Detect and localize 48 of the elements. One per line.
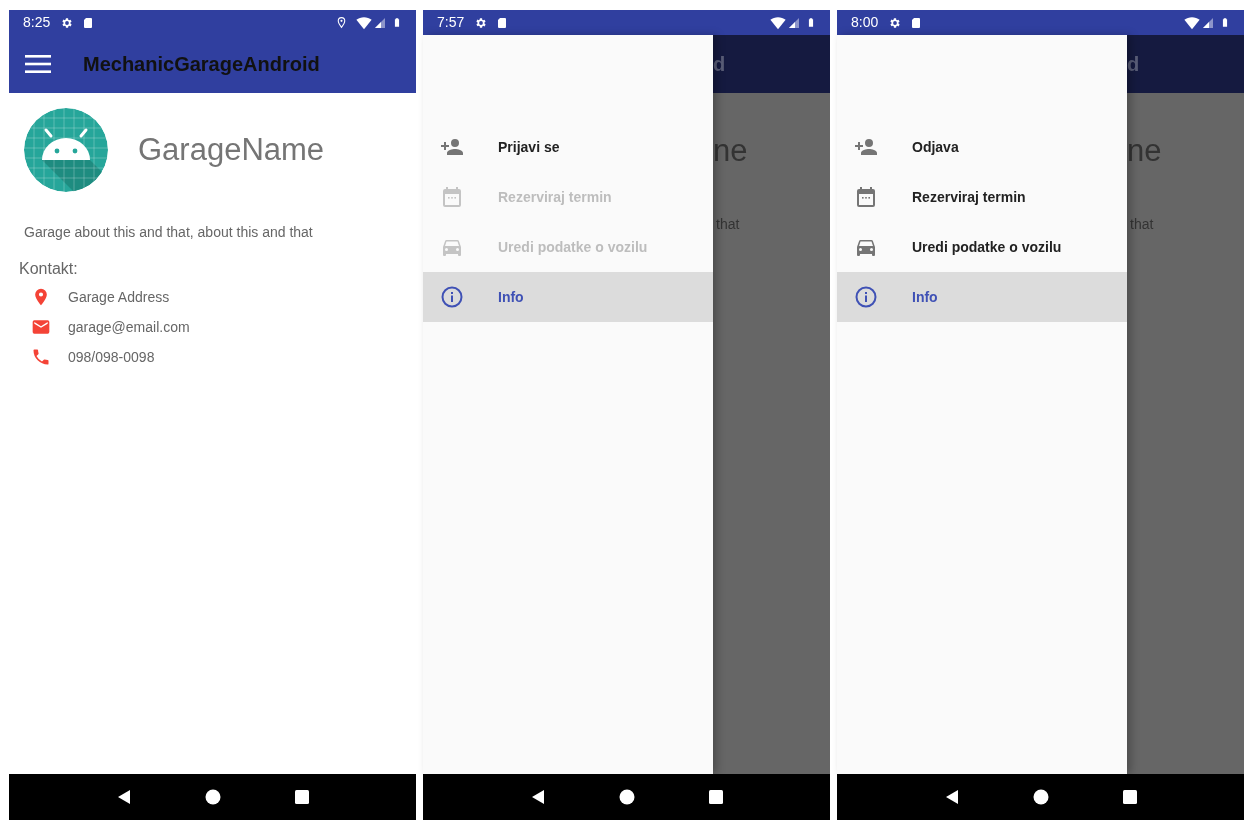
contact-text: garage@email.com xyxy=(68,317,190,337)
drawer-item[interactable]: Odjava xyxy=(837,122,1127,172)
signal-icon xyxy=(1202,16,1214,29)
signal-icon xyxy=(374,16,386,29)
info-icon xyxy=(854,285,878,309)
garage-name: GarageName xyxy=(138,130,325,169)
app-title: MechanicGarageAndroid xyxy=(83,52,320,77)
recents-icon[interactable] xyxy=(1121,789,1138,805)
location-icon xyxy=(335,15,348,30)
phone-icon xyxy=(31,347,51,367)
menu-icon[interactable] xyxy=(25,54,51,74)
sd-card-icon xyxy=(496,15,509,30)
wifi-icon xyxy=(1184,15,1200,30)
clock-time: 8:00 xyxy=(851,13,879,32)
app-title-fragment: d xyxy=(1127,52,1140,77)
battery-icon xyxy=(1220,15,1230,30)
contact-heading: Kontakt: xyxy=(19,259,79,279)
drawer-item[interactable]: Rezerviraj termin xyxy=(837,172,1127,222)
contact-text: 098/098-0098 xyxy=(68,347,155,367)
clock-time: 7:57 xyxy=(437,13,465,32)
wifi-icon xyxy=(356,15,372,30)
settings-icon xyxy=(60,15,75,30)
calendar-icon xyxy=(440,185,464,209)
clock-time: 8:25 xyxy=(23,13,51,32)
drawer-item[interactable]: Info xyxy=(423,272,713,322)
drawer-item[interactable]: Prijavi se xyxy=(423,122,713,172)
battery-icon xyxy=(806,15,816,30)
recents-icon[interactable] xyxy=(293,789,310,805)
drawer-item[interactable]: Uredi podatke o vozilu xyxy=(837,222,1127,272)
drawer-item[interactable]: Info xyxy=(837,272,1127,322)
sd-card-icon xyxy=(82,15,95,30)
calendar-icon xyxy=(854,185,878,209)
signal-icon xyxy=(788,16,800,29)
info-icon xyxy=(440,285,464,309)
home-icon[interactable] xyxy=(204,789,221,805)
garage-description: Garage about this and that, about this and that xyxy=(24,223,314,242)
android-logo-icon xyxy=(24,108,108,192)
settings-icon xyxy=(474,15,489,30)
battery-icon xyxy=(392,15,402,30)
home-icon[interactable] xyxy=(618,789,635,805)
recents-icon[interactable] xyxy=(707,789,724,805)
email-icon xyxy=(31,317,51,337)
contact-text: Garage Address xyxy=(68,287,170,307)
settings-icon xyxy=(888,15,903,30)
app-title-fragment: d xyxy=(713,52,726,77)
wifi-icon xyxy=(770,15,786,30)
home-icon[interactable] xyxy=(1032,789,1049,805)
sd-card-icon xyxy=(910,15,923,30)
